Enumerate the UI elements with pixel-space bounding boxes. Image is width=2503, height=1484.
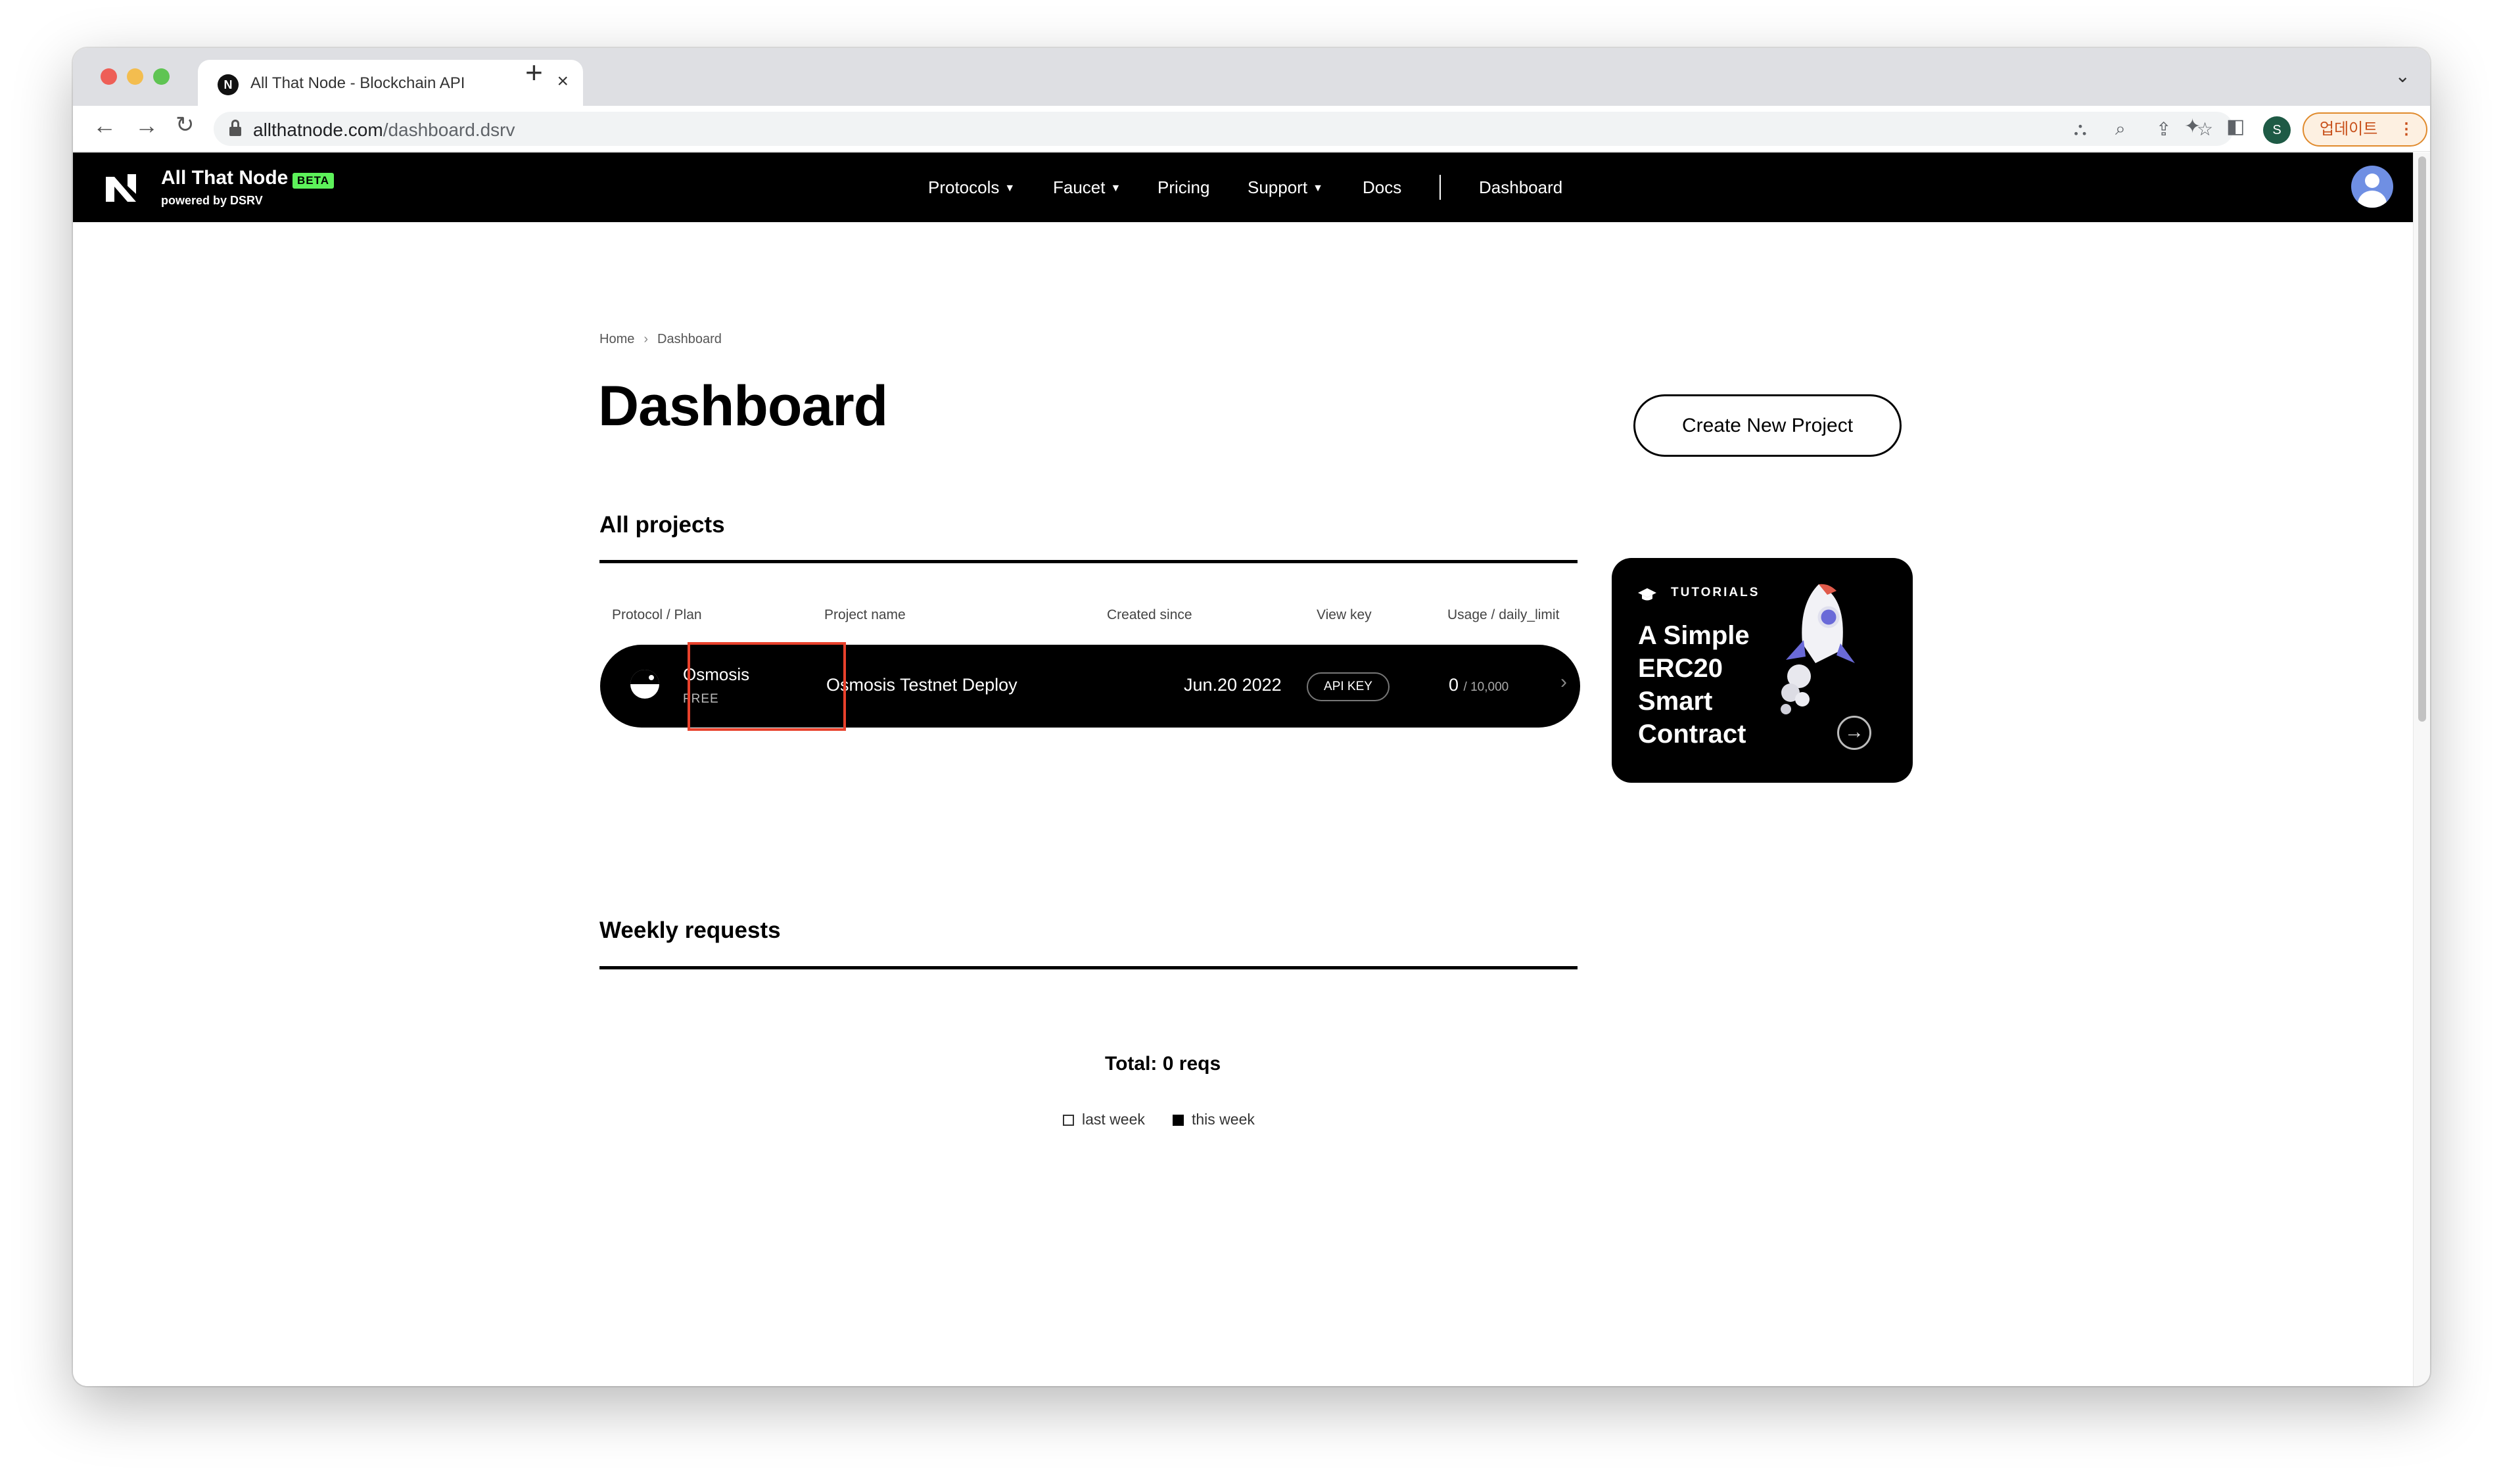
caret-down-icon: ▼ [1004, 183, 1016, 194]
scrollbar-thumb[interactable] [2418, 156, 2426, 722]
chevron-right-icon[interactable]: › [1560, 671, 1567, 693]
browser-toolbar: ← → ↻ allthatnode.com/dashboard.dsrv ⛬ ⌕… [73, 106, 2430, 152]
new-tab-button[interactable]: + [525, 57, 543, 87]
forward-arrow-icon[interactable]: → [135, 114, 158, 137]
back-arrow-icon[interactable]: ← [93, 114, 116, 137]
page-title: Dashboard [598, 375, 888, 438]
minimize-window-button[interactable] [127, 68, 143, 85]
breadcrumb-current: Dashboard [657, 332, 722, 346]
tab-search-chevron-icon[interactable]: ⌄ [2395, 65, 2410, 87]
extensions-puzzle-icon[interactable]: ✦ [2184, 115, 2201, 138]
brand-name[interactable]: All That Node [161, 167, 288, 189]
page-scrollbar[interactable] [2413, 152, 2430, 1386]
column-header-usage: Usage / daily_limit [1447, 607, 1560, 622]
section-divider [599, 560, 1578, 563]
nav-dashboard[interactable]: Dashboard [1479, 177, 1562, 198]
tutorial-title-line: ERC20 [1638, 654, 1723, 683]
update-button[interactable]: 업데이트 ⋮ [2303, 112, 2427, 147]
nav-pricing[interactable]: Pricing [1158, 177, 1209, 198]
nav-support[interactable]: Support ▼ [1248, 177, 1323, 198]
all-projects-title: All projects [599, 512, 725, 538]
beta-badge: BETA [292, 173, 335, 189]
legend-swatch [1063, 1115, 1074, 1126]
share-icon[interactable]: ⇪ [2156, 118, 2171, 140]
usage-value: 0 / 10,000 [1449, 675, 1509, 695]
tutorial-title-line: Contract [1638, 720, 1746, 749]
tutorials-label: TUTORIALS [1671, 586, 1760, 599]
zoom-icon[interactable]: ⌕ [2115, 118, 2126, 140]
column-header-protocol: Protocol / Plan [612, 607, 702, 622]
address-bar[interactable]: allthatnode.com/dashboard.dsrv ⛬ ⌕ ⇪ ☆ [214, 112, 2234, 146]
browser-window: N All That Node - Blockchain API × + ⌄ ←… [73, 48, 2430, 1386]
tutorial-title-line: Smart [1638, 687, 1713, 716]
lock-icon [229, 120, 241, 137]
tab-strip: N All That Node - Blockchain API × + ⌄ [73, 48, 2430, 106]
site-header: All That Node BETA powered by DSRV Proto… [73, 152, 2413, 222]
tutorial-card[interactable]: TUTORIALS A Simple ERC20 Smart Contract … [1612, 558, 1913, 783]
project-name: Osmosis Testnet Deploy [826, 675, 1018, 695]
maximize-window-button[interactable] [153, 68, 170, 85]
breadcrumb-home[interactable]: Home [599, 332, 634, 346]
caret-down-icon: ▼ [1110, 183, 1121, 194]
site-favicon-icon: N [218, 74, 239, 95]
url-text: allthatnode.com/dashboard.dsrv [253, 120, 515, 140]
browser-menu-icon[interactable]: ⋮ [2398, 114, 2414, 145]
weekly-requests-title: Weekly requests [599, 917, 781, 943]
legend-swatch [1173, 1115, 1184, 1126]
breadcrumb-chevron-icon: › [643, 332, 649, 346]
profile-avatar[interactable]: S [2263, 116, 2291, 144]
allthatnode-logo-icon[interactable] [106, 174, 136, 202]
rocket-illustration-icon [1781, 584, 1855, 714]
graduation-cap-icon [1638, 588, 1656, 601]
breadcrumb: Home › Dashboard [599, 332, 722, 347]
side-panel-icon[interactable]: ◧ [2226, 115, 2245, 138]
nav-docs[interactable]: Docs [1363, 177, 1401, 198]
nav-divider [1439, 175, 1441, 200]
close-tab-icon[interactable]: × [557, 70, 569, 93]
api-key-button[interactable]: API KEY [1307, 672, 1390, 701]
create-new-project-button[interactable]: Create New Project [1633, 394, 1902, 457]
user-avatar-icon[interactable] [2351, 166, 2393, 208]
column-header-name: Project name [824, 607, 906, 622]
powered-by-text: powered by DSRV [161, 194, 263, 207]
tutorial-title-line: A Simple [1638, 621, 1750, 650]
page-viewport: All That Node BETA powered by DSRV Proto… [73, 152, 2413, 1386]
column-header-created: Created since [1107, 607, 1192, 622]
arrow-right-icon[interactable]: → [1837, 716, 1871, 750]
section-divider [599, 966, 1578, 969]
close-window-button[interactable] [101, 68, 117, 85]
nav-faucet[interactable]: Faucet ▼ [1053, 177, 1121, 198]
legend-this-week[interactable]: this week [1173, 1111, 1255, 1128]
tab-title: All That Node - Blockchain API [250, 74, 465, 92]
column-header-key: View key [1317, 607, 1372, 622]
osmosis-icon [630, 670, 659, 699]
created-date: Jun.20 2022 [1184, 675, 1282, 695]
legend-last-week[interactable]: last week [1063, 1111, 1145, 1128]
reload-icon[interactable]: ↻ [175, 114, 195, 136]
caret-down-icon: ▼ [1313, 183, 1323, 194]
nav-protocols[interactable]: Protocols ▼ [928, 177, 1015, 198]
total-requests: Total: 0 reqs [1105, 1053, 1221, 1075]
annotation-highlight-box [688, 642, 846, 731]
translate-icon[interactable]: ⛬ [2074, 118, 2087, 140]
